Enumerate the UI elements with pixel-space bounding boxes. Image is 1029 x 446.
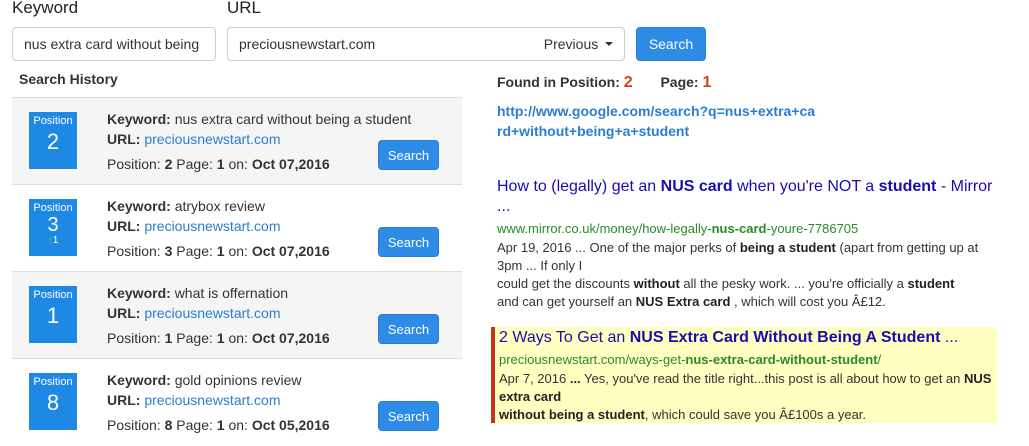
history-row: Position 2 Keyword: nus extra card witho… (12, 97, 462, 184)
keyword-label: Keyword (12, 0, 79, 17)
history-url[interactable]: preciousnewstart.com (144, 305, 280, 321)
history-keyword: nus extra card without being a student (174, 111, 412, 127)
history-keyword: atrybox review (174, 198, 265, 214)
search-history-title: Search History (19, 71, 118, 87)
history-url[interactable]: preciousnewstart.com (144, 131, 280, 147)
caret-down-icon (605, 42, 614, 46)
history-url[interactable]: preciousnewstart.com (144, 392, 280, 408)
previous-dropdown-button[interactable]: Previous (533, 27, 625, 61)
history-date: Oct 07,2016 (251, 330, 330, 346)
history-row: Position 1 Keyword: what is offernation … (12, 271, 462, 358)
position-number: 8 (46, 390, 60, 415)
position-badge: Position 8 (29, 373, 77, 430)
result-title-link[interactable]: How to (legally) get an NUS card when yo… (497, 177, 1007, 217)
position-badge: Position 1 (29, 286, 77, 343)
position-number: 1 (46, 303, 60, 328)
history-url[interactable]: preciousnewstart.com (144, 218, 280, 234)
result-url: preciousnewstart.com/ways-get-nus-extra-… (499, 352, 882, 367)
history-row: Position 3 ↑1 Keyword: atrybox review UR… (12, 184, 462, 271)
google-search-link[interactable]: http://www.google.com/search?q=nus+extra… (497, 101, 817, 141)
position-badge: Position 2 (29, 112, 77, 169)
position-number: 3 (47, 214, 59, 236)
history-keyword: what is offernation (174, 285, 289, 301)
history-search-button[interactable]: Search (378, 401, 439, 431)
search-history-list: Position 2 Keyword: nus extra card witho… (12, 97, 462, 445)
search-button[interactable]: Search (636, 27, 706, 61)
found-summary: Found in Position: 2 Page: 1 (497, 74, 712, 91)
url-input[interactable] (227, 27, 534, 61)
found-position: 2 (623, 74, 633, 91)
result-url: www.mirror.co.uk/money/how-legally-nus-c… (497, 221, 859, 236)
found-page: 1 (702, 74, 712, 91)
history-row: Position 8 Keyword: gold opinions review… (12, 358, 462, 445)
highlighted-search-result: 2 Ways To Get an NUS Extra Card Without … (491, 327, 997, 423)
url-label: URL (227, 0, 262, 17)
history-date: Oct 05,2016 (251, 417, 330, 433)
history-search-button[interactable]: Search (378, 314, 439, 344)
position-change: ↑1 (47, 235, 59, 246)
result-title-link[interactable]: 2 Ways To Get an NUS Extra Card Without … (499, 327, 997, 348)
history-keyword: gold opinions review (174, 372, 302, 388)
search-result: How to (legally) get an NUS card when yo… (497, 177, 1007, 311)
result-snippet: Apr 7, 2016 ... Yes, you've read the tit… (499, 371, 992, 422)
keyword-input[interactable] (12, 27, 216, 61)
result-snippet: Apr 19, 2016 ... One of the major perks … (497, 240, 979, 309)
previous-label: Previous (543, 36, 599, 52)
position-badge: Position 3 ↑1 (29, 199, 77, 256)
history-date: Oct 07,2016 (251, 243, 330, 259)
history-search-button[interactable]: Search (378, 227, 439, 257)
history-date: Oct 07,2016 (251, 156, 330, 172)
position-number: 2 (46, 129, 60, 154)
history-search-button[interactable]: Search (378, 140, 439, 170)
